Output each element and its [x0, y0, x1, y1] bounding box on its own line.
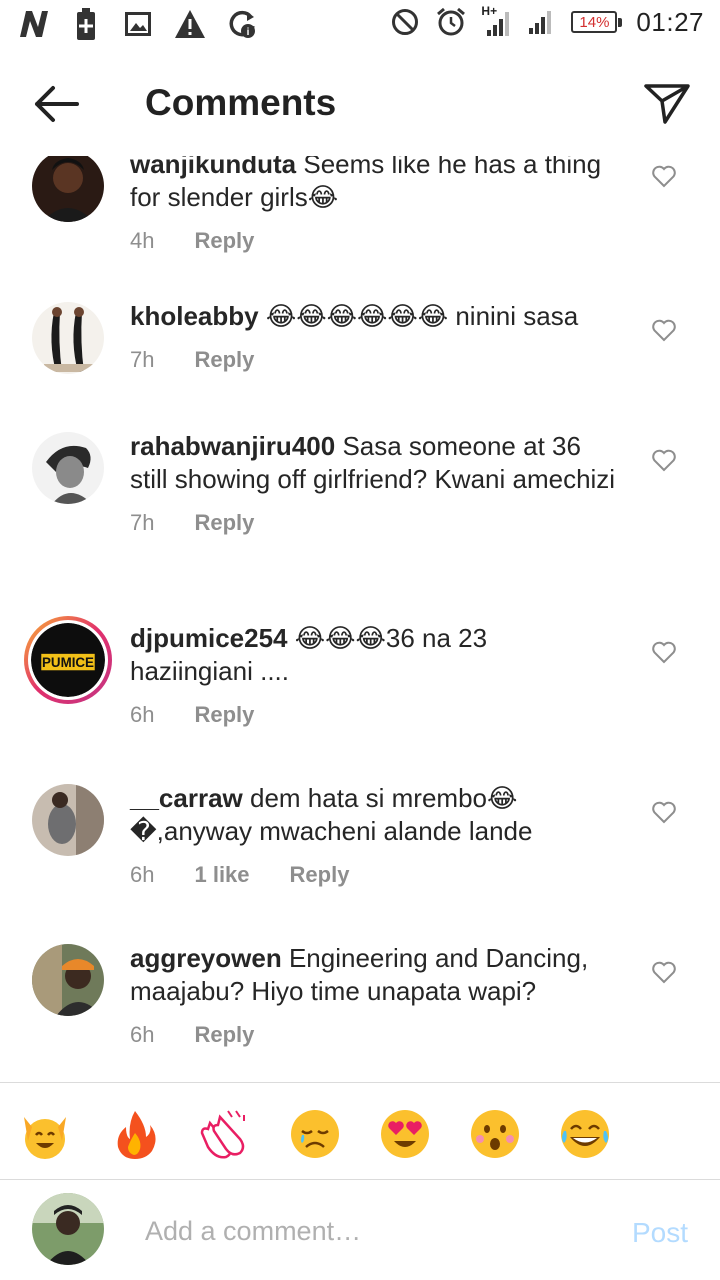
- reply-button[interactable]: Reply: [194, 228, 254, 254]
- signal-icon: [525, 6, 557, 38]
- clapping-hands-emoji[interactable]: [198, 1107, 252, 1161]
- avatar[interactable]: [32, 432, 104, 504]
- heart-icon: [652, 319, 676, 342]
- reply-button[interactable]: Reply: [194, 702, 254, 728]
- like-button[interactable]: [650, 446, 678, 474]
- reply-button[interactable]: Reply: [194, 510, 254, 536]
- back-button[interactable]: [26, 78, 86, 130]
- like-count[interactable]: 1 like: [194, 862, 249, 888]
- heart-icon: [652, 641, 676, 664]
- status-bar: i H+ 14% 01:27: [0, 0, 720, 50]
- n-app-icon: [18, 8, 50, 40]
- tears-of-joy-emoji[interactable]: [558, 1107, 612, 1161]
- comment-time: 7h: [130, 347, 155, 372]
- arrow-left-icon: [35, 86, 79, 122]
- battery-indicator: 14%: [571, 11, 623, 33]
- heart-icon: [652, 961, 676, 984]
- like-button[interactable]: [650, 798, 678, 826]
- comment-username[interactable]: rahabwanjiru400: [130, 431, 335, 461]
- avatar-story-ring[interactable]: PUMICE: [24, 616, 112, 704]
- fire-emoji[interactable]: [108, 1107, 162, 1161]
- avatar[interactable]: [32, 784, 104, 856]
- comment-item: wanjikunduta Seems like he has a thing f…: [0, 156, 720, 308]
- avatar[interactable]: [32, 302, 104, 374]
- like-button[interactable]: [650, 316, 678, 344]
- comment-username[interactable]: __carraw: [130, 783, 243, 813]
- avatar[interactable]: [32, 156, 104, 222]
- comment-time: 7h: [130, 510, 155, 535]
- image-icon: [122, 8, 154, 40]
- comment-meta: 6h 1 like Reply: [130, 862, 616, 888]
- comment-item: kholeabby 😂😂😂😂😂😂 ninini sasa 7h Reply: [0, 300, 720, 430]
- quick-reaction-bar: [0, 1082, 720, 1180]
- comment-meta: 7h Reply: [130, 510, 616, 536]
- heart-icon: [652, 165, 676, 188]
- avatar[interactable]: [32, 944, 104, 1016]
- comment-time: 6h: [130, 702, 155, 727]
- comment-item: rahabwanjiru400 Sasa someone at 36 still…: [0, 430, 720, 618]
- comment-meta: 6h Reply: [130, 1022, 616, 1048]
- comment-content: 😂😂😂😂😂😂 ninini sasa: [265, 301, 579, 331]
- page-title: Comments: [145, 82, 337, 123]
- post-button[interactable]: Post: [632, 1217, 688, 1249]
- svg-text:PUMICE: PUMICE: [42, 655, 94, 670]
- comments-list[interactable]: wanjikunduta Seems like he has a thing f…: [0, 156, 720, 1082]
- app-header: Comments: [0, 52, 720, 156]
- comment-time: 6h: [130, 862, 155, 887]
- sync-icon: i: [226, 8, 258, 40]
- like-button[interactable]: [650, 162, 678, 190]
- comment-username[interactable]: wanjikunduta: [130, 156, 296, 179]
- comment-username[interactable]: djpumice254: [130, 623, 288, 653]
- comment-text: rahabwanjiru400 Sasa someone at 36 still…: [130, 430, 616, 496]
- comment-text: kholeabby 😂😂😂😂😂😂 ninini sasa: [130, 300, 616, 333]
- comment-text: aggreyowen Engineering and Dancing, maaj…: [130, 942, 616, 1008]
- comment-composer: Post: [0, 1181, 720, 1280]
- hplus-signal-icon: H+: [481, 4, 511, 38]
- comment-item: PUMICE djpumice254 😂😂😂36 na 23 haziingia…: [0, 616, 720, 782]
- sad-face-emoji[interactable]: [288, 1107, 342, 1161]
- do-not-disturb-icon: [389, 6, 421, 38]
- comment-username[interactable]: kholeabby: [130, 301, 259, 331]
- current-user-avatar[interactable]: [32, 1193, 104, 1265]
- reply-button[interactable]: Reply: [290, 862, 350, 888]
- share-button[interactable]: [640, 78, 694, 130]
- raised-hands-emoji[interactable]: [18, 1107, 72, 1161]
- heart-icon: [652, 449, 676, 472]
- comment-text: wanjikunduta Seems like he has a thing f…: [130, 156, 616, 214]
- comment-text: djpumice254 😂😂😂36 na 23 haziingiani ....: [130, 622, 616, 688]
- comment-username[interactable]: aggreyowen: [130, 943, 282, 973]
- surprised-face-emoji[interactable]: [468, 1107, 522, 1161]
- alarm-icon: [435, 6, 467, 38]
- like-button[interactable]: [650, 638, 678, 666]
- warning-icon: [174, 8, 206, 40]
- comment-meta: 6h Reply: [130, 702, 616, 728]
- comment-input[interactable]: [145, 1211, 605, 1251]
- svg-text:i: i: [247, 27, 250, 38]
- send-icon: [644, 84, 690, 124]
- battery-plus-icon: [70, 8, 102, 40]
- comment-text: __carraw dem hata si mrembo😂 �,anyway mw…: [130, 782, 616, 848]
- heart-icon: [652, 801, 676, 824]
- comment-meta: 4h Reply: [130, 228, 616, 254]
- comment-item: __carraw dem hata si mrembo😂 �,anyway mw…: [0, 782, 720, 942]
- comment-item: aggreyowen Engineering and Dancing, maaj…: [0, 942, 720, 1082]
- comment-meta: 7h Reply: [130, 347, 616, 373]
- comment-time: 6h: [130, 1022, 155, 1047]
- heart-eyes-emoji[interactable]: [378, 1107, 432, 1161]
- reply-button[interactable]: Reply: [194, 1022, 254, 1048]
- comment-time: 4h: [130, 228, 155, 253]
- reply-button[interactable]: Reply: [194, 347, 254, 373]
- status-time: 01:27: [636, 6, 704, 37]
- like-button[interactable]: [650, 958, 678, 986]
